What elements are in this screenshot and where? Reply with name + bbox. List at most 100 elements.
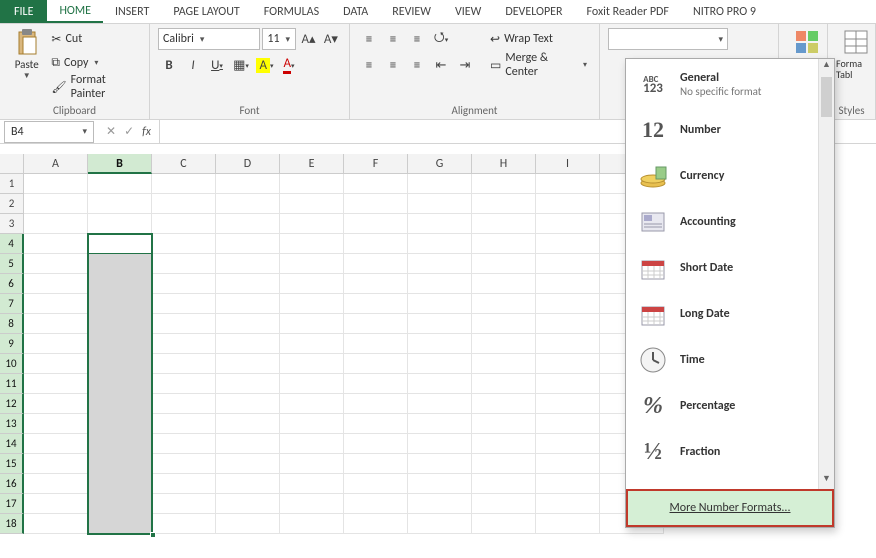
tab-view[interactable]: VIEW — [443, 0, 493, 23]
enter-formula-icon[interactable]: ✓ — [124, 124, 134, 139]
cell[interactable] — [24, 234, 88, 254]
italic-button[interactable]: I — [182, 54, 204, 76]
bold-button[interactable]: B — [158, 54, 180, 76]
cell[interactable] — [152, 254, 216, 274]
cell[interactable] — [216, 194, 280, 214]
format-option-scientific[interactable]: 102Scientific — [626, 475, 834, 489]
increase-font-icon[interactable]: A▴ — [298, 28, 318, 50]
cell[interactable] — [408, 514, 472, 534]
cell[interactable] — [88, 214, 152, 234]
cell[interactable] — [152, 214, 216, 234]
cell[interactable] — [408, 174, 472, 194]
cell[interactable] — [472, 374, 536, 394]
cell[interactable] — [152, 294, 216, 314]
row-header-13[interactable]: 13 — [0, 414, 24, 434]
tab-data[interactable]: DATA — [331, 0, 380, 23]
cancel-formula-icon[interactable]: ✕ — [106, 124, 116, 139]
row-header-10[interactable]: 10 — [0, 354, 24, 374]
cell[interactable] — [152, 194, 216, 214]
font-color-button[interactable]: A▾ — [278, 54, 300, 76]
cell[interactable] — [216, 234, 280, 254]
format-as-table-button[interactable]: Forma Tabl — [836, 28, 876, 80]
orientation-icon[interactable]: ⭯▾ — [430, 28, 452, 50]
col-header-I[interactable]: I — [536, 154, 600, 174]
cell[interactable] — [344, 474, 408, 494]
cell[interactable] — [152, 414, 216, 434]
row-header-15[interactable]: 15 — [0, 454, 24, 474]
cut-button[interactable]: ✂Cut — [51, 28, 141, 50]
cell[interactable] — [24, 174, 88, 194]
decrease-font-icon[interactable]: A▾ — [321, 28, 341, 50]
row-header-16[interactable]: 16 — [0, 474, 24, 494]
cell[interactable] — [24, 434, 88, 454]
cell[interactable] — [344, 294, 408, 314]
col-header-A[interactable]: A — [24, 154, 88, 174]
format-option-short-date[interactable]: Short Date — [626, 245, 834, 291]
align-bottom-icon[interactable]: ≡ — [406, 28, 428, 50]
cell[interactable] — [408, 374, 472, 394]
align-right-icon[interactable]: ≡ — [406, 54, 428, 76]
cell[interactable] — [408, 274, 472, 294]
cell[interactable] — [472, 174, 536, 194]
row-header-9[interactable]: 9 — [0, 334, 24, 354]
cell[interactable] — [152, 474, 216, 494]
cell[interactable] — [152, 354, 216, 374]
cell[interactable] — [280, 254, 344, 274]
cell[interactable] — [472, 254, 536, 274]
cell[interactable] — [280, 494, 344, 514]
cell[interactable] — [344, 354, 408, 374]
cell[interactable] — [472, 494, 536, 514]
cell[interactable] — [24, 334, 88, 354]
underline-button[interactable]: U▾ — [206, 54, 228, 76]
more-number-formats-button[interactable]: More Number Formats... — [626, 489, 834, 527]
cell[interactable] — [408, 494, 472, 514]
col-header-F[interactable]: F — [344, 154, 408, 174]
cell[interactable] — [408, 334, 472, 354]
cell[interactable] — [88, 394, 152, 414]
row-header-12[interactable]: 12 — [0, 394, 24, 414]
cell[interactable] — [536, 194, 600, 214]
cell[interactable] — [472, 414, 536, 434]
col-header-E[interactable]: E — [280, 154, 344, 174]
scroll-up-icon[interactable]: ▲ — [819, 59, 834, 75]
tab-page-layout[interactable]: PAGE LAYOUT — [161, 0, 251, 23]
cell[interactable] — [536, 374, 600, 394]
cell[interactable] — [408, 294, 472, 314]
cell[interactable] — [536, 474, 600, 494]
cell[interactable] — [408, 194, 472, 214]
col-header-B[interactable]: B — [88, 154, 152, 174]
cell[interactable] — [216, 334, 280, 354]
tab-formulas[interactable]: FORMULAS — [252, 0, 331, 23]
cell[interactable] — [216, 514, 280, 534]
format-option-fraction[interactable]: ½Fraction — [626, 429, 834, 475]
cell[interactable] — [536, 494, 600, 514]
tab-file[interactable]: FILE — [0, 0, 47, 23]
cell[interactable] — [472, 194, 536, 214]
cell[interactable] — [344, 174, 408, 194]
cell[interactable] — [344, 234, 408, 254]
cell[interactable] — [472, 474, 536, 494]
decrease-indent-icon[interactable]: ⇤ — [430, 54, 452, 76]
conditional-formatting-button[interactable] — [787, 28, 827, 56]
cell[interactable] — [216, 434, 280, 454]
cell[interactable] — [472, 354, 536, 374]
cell[interactable] — [472, 314, 536, 334]
cell[interactable] — [344, 494, 408, 514]
cell[interactable] — [280, 234, 344, 254]
format-option-percentage[interactable]: %Percentage — [626, 383, 834, 429]
cell[interactable] — [152, 234, 216, 254]
cell[interactable] — [408, 254, 472, 274]
cell[interactable] — [472, 394, 536, 414]
cell[interactable] — [88, 294, 152, 314]
cell[interactable] — [24, 374, 88, 394]
cell[interactable] — [152, 274, 216, 294]
cell[interactable] — [88, 254, 152, 274]
cell[interactable] — [216, 354, 280, 374]
cell[interactable] — [344, 334, 408, 354]
cell[interactable] — [536, 514, 600, 534]
cell[interactable] — [152, 374, 216, 394]
cell[interactable] — [344, 374, 408, 394]
cell[interactable] — [88, 454, 152, 474]
cell[interactable] — [24, 194, 88, 214]
tab-review[interactable]: REVIEW — [380, 0, 443, 23]
